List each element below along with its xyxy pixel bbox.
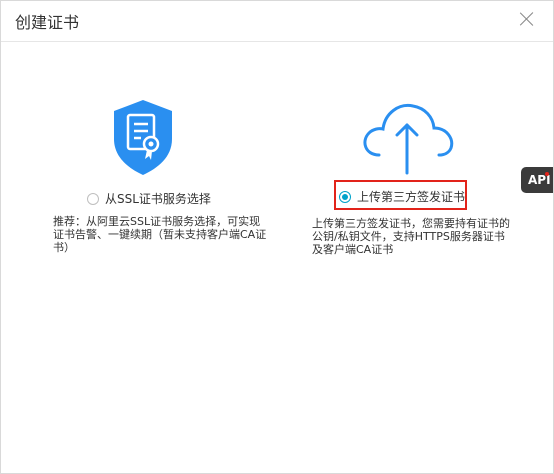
certificate-shield-icon (110, 97, 176, 177)
close-icon[interactable] (519, 11, 535, 27)
ssl-service-radio-line[interactable]: 从SSL证书服务选择 (87, 190, 211, 207)
upload-third-party-description: 上传第三方签发证书，您需要持有证书的公钥/私钥文件，支持HTTPS服务器证书及客… (312, 217, 510, 256)
cloud-upload-icon (357, 97, 457, 177)
ssl-service-description: 推荐：从阿里云SSL证书服务选择，可实现证书告警、一键续期（暂未支持客户端CA证… (53, 215, 267, 254)
api-side-tab[interactable]: API (521, 167, 553, 193)
upload-third-party-radio-label: 上传第三方签发证书 (357, 190, 466, 204)
notification-dot (545, 172, 549, 176)
ssl-service-radio-label: 从SSL证书服务选择 (105, 192, 211, 206)
ssl-service-radio[interactable] (87, 192, 99, 205)
create-certificate-dialog: 创建证书 从SSL证书服务选择 推荐：从阿里云SSL证书服务选择，可实现证书告警… (0, 0, 554, 474)
dialog-title: 创建证书 (15, 13, 80, 32)
upload-third-party-radio[interactable] (339, 190, 351, 203)
upload-third-party-radio-line[interactable]: 上传第三方签发证书 (339, 188, 465, 205)
dialog-header: 创建证书 (1, 1, 553, 42)
